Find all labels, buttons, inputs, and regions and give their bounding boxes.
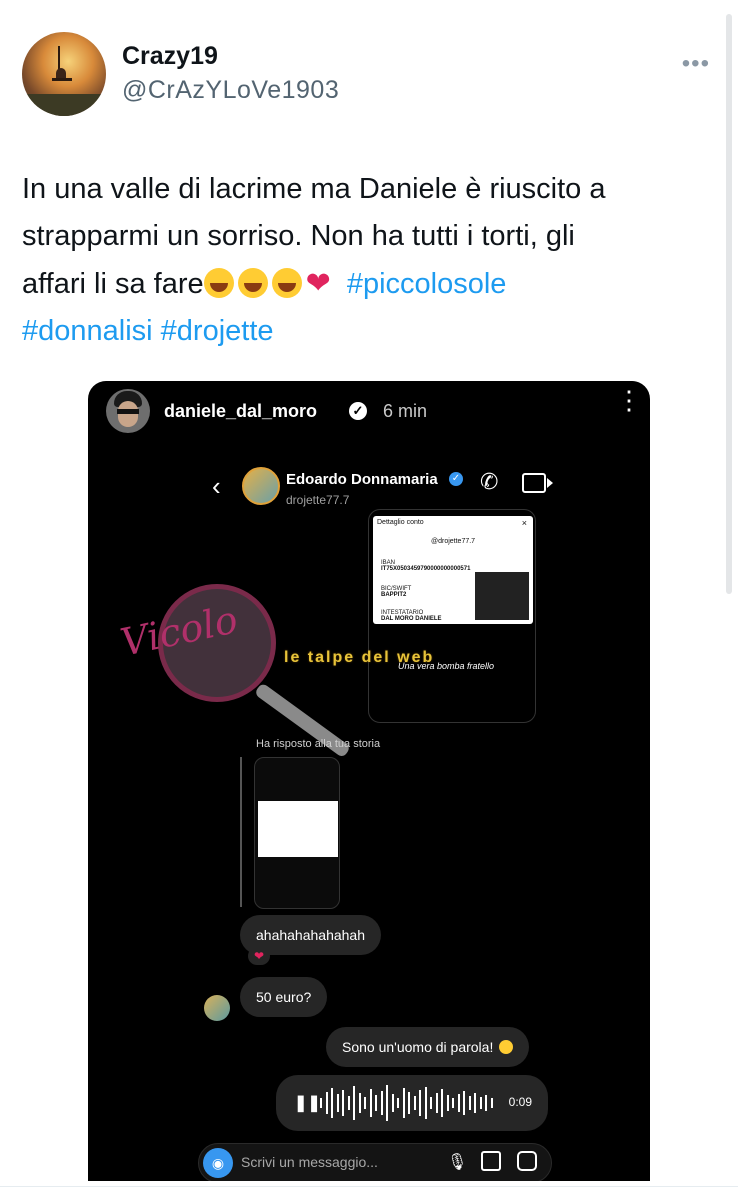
story-avatar bbox=[106, 389, 150, 433]
waveform-bar bbox=[446, 1095, 449, 1111]
waveform-bar bbox=[358, 1093, 361, 1113]
message-composer: ◉ Scrivi un messaggio... 🎙 bbox=[198, 1143, 552, 1181]
waveform-bar bbox=[413, 1096, 416, 1110]
story-thumbnail bbox=[475, 572, 529, 620]
tweet-header: Crazy19 @CrAzYLoVe1903 ••• bbox=[22, 30, 722, 120]
verified-badge-icon: ✓ bbox=[449, 472, 463, 486]
rofl-emoji-icon bbox=[203, 268, 234, 298]
replied-label: Ha risposto alla tua storia bbox=[256, 738, 381, 750]
waveform-bar bbox=[320, 1098, 322, 1108]
microphone-icon: 🎙 bbox=[447, 1154, 468, 1171]
waveform-bar bbox=[353, 1086, 355, 1120]
more-horizontal-icon[interactable]: ••• bbox=[682, 50, 710, 78]
waveform-bar bbox=[380, 1091, 383, 1115]
hashtag-link[interactable]: #drojette bbox=[161, 315, 274, 347]
story-username: daniele_dal_moro bbox=[164, 401, 318, 421]
message-bubble-sent: Sono un'uomo di parola! bbox=[326, 1027, 530, 1067]
contact-name: Edoardo Donnamaria bbox=[286, 471, 438, 488]
image-icon bbox=[481, 1151, 501, 1171]
contact-avatar-small bbox=[204, 995, 230, 1021]
message-bubble: 50 euro? bbox=[240, 977, 328, 1017]
composer-placeholder: Scrivi un messaggio... bbox=[241, 1154, 378, 1170]
hashtag-link[interactable]: #piccolosole bbox=[347, 268, 507, 300]
reply-line bbox=[240, 757, 242, 907]
waveform-bar bbox=[402, 1088, 405, 1118]
display-name[interactable]: Crazy19 bbox=[122, 42, 218, 71]
waveform-bar bbox=[408, 1092, 410, 1114]
waveform-bar bbox=[391, 1094, 394, 1112]
rofl-emoji-icon bbox=[237, 268, 268, 298]
more-vertical-icon: ⋮ bbox=[616, 385, 642, 415]
rofl-emoji-icon bbox=[271, 268, 302, 298]
contact-avatar bbox=[242, 467, 280, 505]
phone-icon: ✆ bbox=[480, 469, 499, 494]
waveform-bar bbox=[474, 1093, 476, 1113]
waveform-bar bbox=[479, 1097, 482, 1109]
waveform-bar bbox=[452, 1098, 454, 1108]
watermark-talpe: le talpe del web bbox=[284, 649, 435, 666]
waveform-bar bbox=[369, 1089, 372, 1117]
heart-emoji-icon: ❤ bbox=[305, 267, 331, 300]
waveform-bar bbox=[457, 1094, 460, 1112]
waveform-bar bbox=[441, 1089, 443, 1117]
story-image[interactable]: daniele_dal_moro ✓ 6 min ⋮ ‹ Edoardo Don… bbox=[88, 381, 650, 1181]
waveform bbox=[320, 1085, 498, 1121]
waveform-bar bbox=[375, 1095, 377, 1111]
waveform-bar bbox=[364, 1097, 366, 1109]
waveform-bar bbox=[435, 1093, 438, 1113]
heart-reaction-icon: ❤ bbox=[248, 947, 270, 965]
waveform-bar bbox=[331, 1088, 333, 1118]
scrollbar[interactable] bbox=[726, 14, 732, 594]
waveform-bar bbox=[386, 1085, 388, 1121]
story-header: daniele_dal_moro ✓ 6 min ⋮ bbox=[106, 385, 642, 435]
waveform-bar bbox=[336, 1094, 339, 1112]
divider bbox=[0, 1186, 738, 1187]
smile-emoji-icon bbox=[499, 1040, 514, 1054]
waveform-bar bbox=[463, 1091, 465, 1115]
story-time: 6 min bbox=[383, 401, 428, 421]
avatar[interactable] bbox=[22, 32, 106, 116]
waveform-bar bbox=[397, 1098, 399, 1108]
replied-story-card bbox=[258, 801, 338, 857]
video-call-icon bbox=[522, 473, 553, 493]
contact-handle: drojette77.7 bbox=[286, 493, 350, 507]
waveform-bar bbox=[342, 1090, 344, 1116]
waveform-bar bbox=[347, 1096, 350, 1110]
waveform-bar bbox=[424, 1087, 427, 1119]
waveform-bar bbox=[325, 1092, 328, 1114]
waveform-bar bbox=[430, 1097, 432, 1109]
back-chevron-icon: ‹ bbox=[212, 471, 221, 501]
camera-icon: ◉ bbox=[203, 1148, 233, 1178]
user-handle[interactable]: @CrAzYLoVe1903 bbox=[122, 76, 339, 105]
waveform-bar bbox=[468, 1096, 471, 1110]
waveform-bar bbox=[419, 1090, 421, 1116]
tweet-text: In una valle di lacrime ma Daniele è riu… bbox=[22, 173, 606, 347]
verified-badge-icon: ✓ bbox=[349, 402, 367, 420]
bank-detail-card: Dettaglio conto × @drojette77.7 IBAN IT75… bbox=[373, 516, 533, 624]
waveform-bar bbox=[485, 1095, 487, 1111]
waveform-bar bbox=[490, 1098, 493, 1108]
voice-message: ❚❚ 0:09 bbox=[276, 1075, 548, 1131]
voice-duration: 0:09 bbox=[508, 1095, 532, 1109]
sticker-icon bbox=[517, 1151, 537, 1171]
pause-icon: ❚❚ bbox=[294, 1095, 321, 1112]
hashtag-link[interactable]: #donnalisi bbox=[22, 315, 153, 347]
